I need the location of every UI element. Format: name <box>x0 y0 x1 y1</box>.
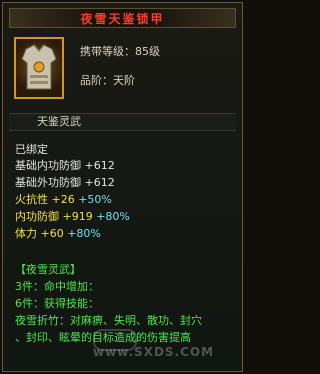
item-tooltip: 夜雪天鉴锁甲 携带等级：85级 品阶：天阶 天鉴灵武 已绑定 基础内功防御 +6… <box>2 2 243 372</box>
watermark-text: www.SXDS.COM <box>93 345 215 359</box>
stat-row: 体力 +60 +80% <box>15 225 101 241</box>
stat-row: 基础外功防御 +612 <box>15 174 115 190</box>
item-grade: 品阶：天阶 <box>80 74 135 87</box>
stat-row: 火抗性 +26 +50% <box>15 191 112 207</box>
stat-name: 火抗性 <box>15 193 48 206</box>
set-bonus-6: 6件：获得技能： <box>15 297 99 310</box>
item-name: 夜雪天鉴锁甲 <box>80 11 165 26</box>
stat-value: +919 <box>62 210 93 223</box>
carry-level: 携带等级：85级 <box>80 45 160 58</box>
stat-value: +60 <box>40 227 64 240</box>
stat-value: +612 <box>84 176 115 189</box>
set-skill-desc: 夜雪折竹：对麻痹、失明、散功、封穴 <box>15 314 202 327</box>
stat-row: 基础内功防御 +612 <box>15 157 115 173</box>
stat-value: +26 <box>51 193 75 206</box>
stat-value: +612 <box>84 159 115 172</box>
stat-name: 基础内功防御 <box>15 159 81 172</box>
stat-name: 基础外功防御 <box>15 176 81 189</box>
stat-name: 内功防御 <box>15 210 59 223</box>
item-icon-slot <box>14 37 64 99</box>
bind-status: 已绑定 <box>15 143 48 156</box>
stat-name: 体力 <box>15 227 37 240</box>
set-name: 【夜雪灵武】 <box>15 263 81 276</box>
item-category: 天鉴灵武 <box>9 113 236 131</box>
armor-icon <box>21 44 57 90</box>
stat-bonus: +80% <box>67 227 101 240</box>
item-title-bar: 夜雪天鉴锁甲 <box>9 8 236 28</box>
set-bonus-3: 3件：命中增加： <box>15 280 99 293</box>
stat-row: 内功防御 +919 +80% <box>15 208 130 224</box>
stat-bonus: +50% <box>78 193 112 206</box>
stat-bonus: +80% <box>96 210 130 223</box>
